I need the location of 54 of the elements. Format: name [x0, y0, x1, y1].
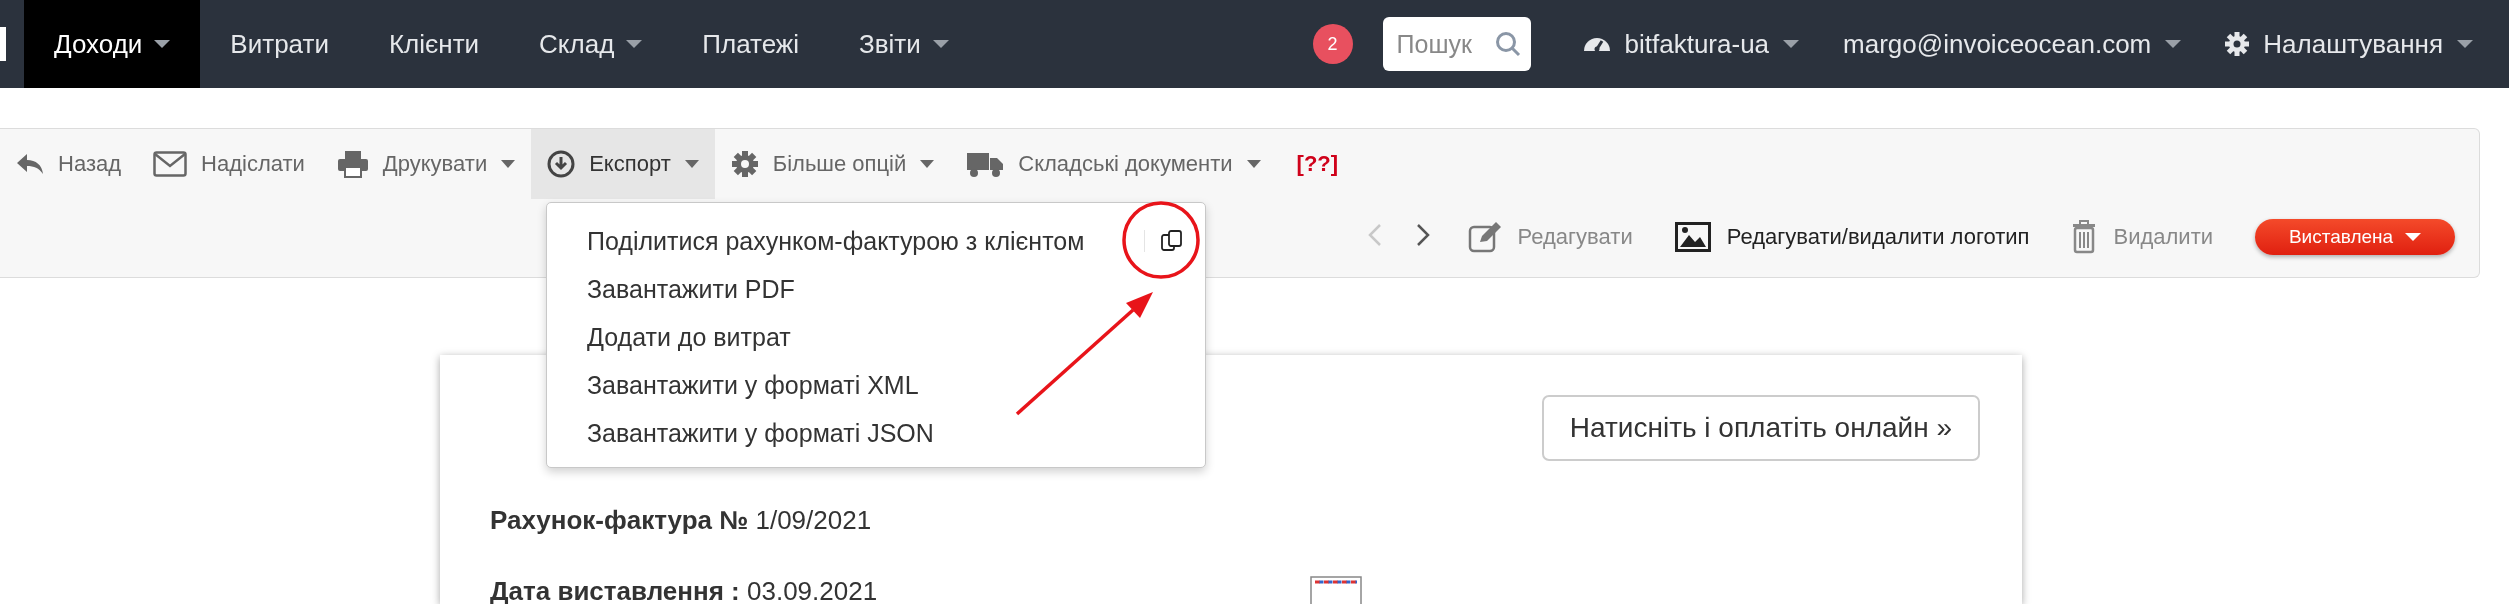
nav-menu-item[interactable]: Склад — [509, 0, 673, 88]
notification-badge[interactable]: 2 — [1312, 24, 1353, 64]
account-menu[interactable]: bitfaktura-ua — [1560, 28, 1822, 60]
toolbar-button[interactable]: Назад — [0, 129, 138, 199]
invoice-number-text: Рахунок-фактура № 1/09/2021 — [490, 505, 873, 536]
caret-icon — [2405, 233, 2422, 241]
caret-icon — [920, 160, 935, 168]
caret-icon — [684, 160, 699, 168]
status-dropdown-button[interactable]: Виставлена — [2255, 219, 2455, 255]
nav-menu-item[interactable]: Платежі — [672, 0, 830, 88]
nav-menu-item[interactable]: Клієнти — [358, 0, 510, 88]
chevron-right-icon[interactable] — [1415, 223, 1430, 247]
menu-item[interactable]: Завантажити у форматі JSON — [587, 418, 934, 448]
gear-icon — [730, 150, 759, 178]
download-circle-icon — [547, 150, 576, 178]
image-icon — [1674, 222, 1711, 252]
nav-menu-item[interactable]: Звіти — [829, 0, 979, 88]
caret-icon — [154, 40, 171, 48]
toolbar-button[interactable]: Редагувати/видалити логотип — [1658, 222, 2046, 252]
caret-icon — [1783, 40, 1800, 48]
missing-translation-text: [??] — [1295, 150, 1339, 178]
envelope-logo-icon — [1310, 576, 1362, 604]
toolbar-button[interactable]: Більше опцій — [714, 129, 951, 199]
caret-icon — [2457, 40, 2473, 48]
menu-item[interactable]: Завантажити у форматі XML — [587, 370, 919, 400]
speedometer-icon — [1582, 37, 1611, 51]
search-icon[interactable] — [1494, 31, 1521, 57]
menu-item[interactable]: Поділитися рахунком-фактурою з клієнтом — [587, 226, 1085, 256]
logo-fragment — [0, 27, 6, 61]
menu-item[interactable]: Завантажити PDF — [587, 274, 795, 304]
reply-arrow-icon — [16, 152, 44, 176]
settings-menu[interactable]: Налаштування — [2203, 28, 2495, 60]
trash-icon — [2071, 220, 2098, 254]
nav-menu-item[interactable]: Доходи — [24, 0, 201, 88]
caret-icon — [1246, 160, 1261, 168]
nav-menu-item[interactable]: Витрати — [200, 0, 359, 88]
caret-icon — [626, 40, 643, 48]
printer-icon — [336, 150, 369, 178]
truck-icon — [966, 150, 1005, 178]
caret-icon — [501, 160, 516, 168]
user-menu[interactable]: margo@invoiceocean.com — [1821, 28, 2204, 60]
toolbar-button[interactable]: Надіслати — [137, 129, 321, 199]
toolbar-button[interactable]: Експорт — [531, 129, 715, 199]
copy-icon[interactable] — [1161, 230, 1183, 252]
menu-item[interactable]: Додати до витрат — [587, 322, 791, 352]
caret-icon — [2165, 40, 2182, 48]
toolbar-button[interactable]: Друкувати — [320, 129, 532, 199]
pay-online-button[interactable]: Натисніть і оплатіть онлайн » — [1541, 395, 1980, 461]
settings-icon — [2225, 32, 2250, 56]
caret-icon — [932, 40, 949, 48]
pencil-square-icon — [1467, 221, 1502, 253]
search-field[interactable]: Пошук — [1382, 17, 1531, 71]
envelope-icon — [153, 151, 188, 177]
toolbar-button[interactable]: Складські документи — [950, 129, 1277, 199]
